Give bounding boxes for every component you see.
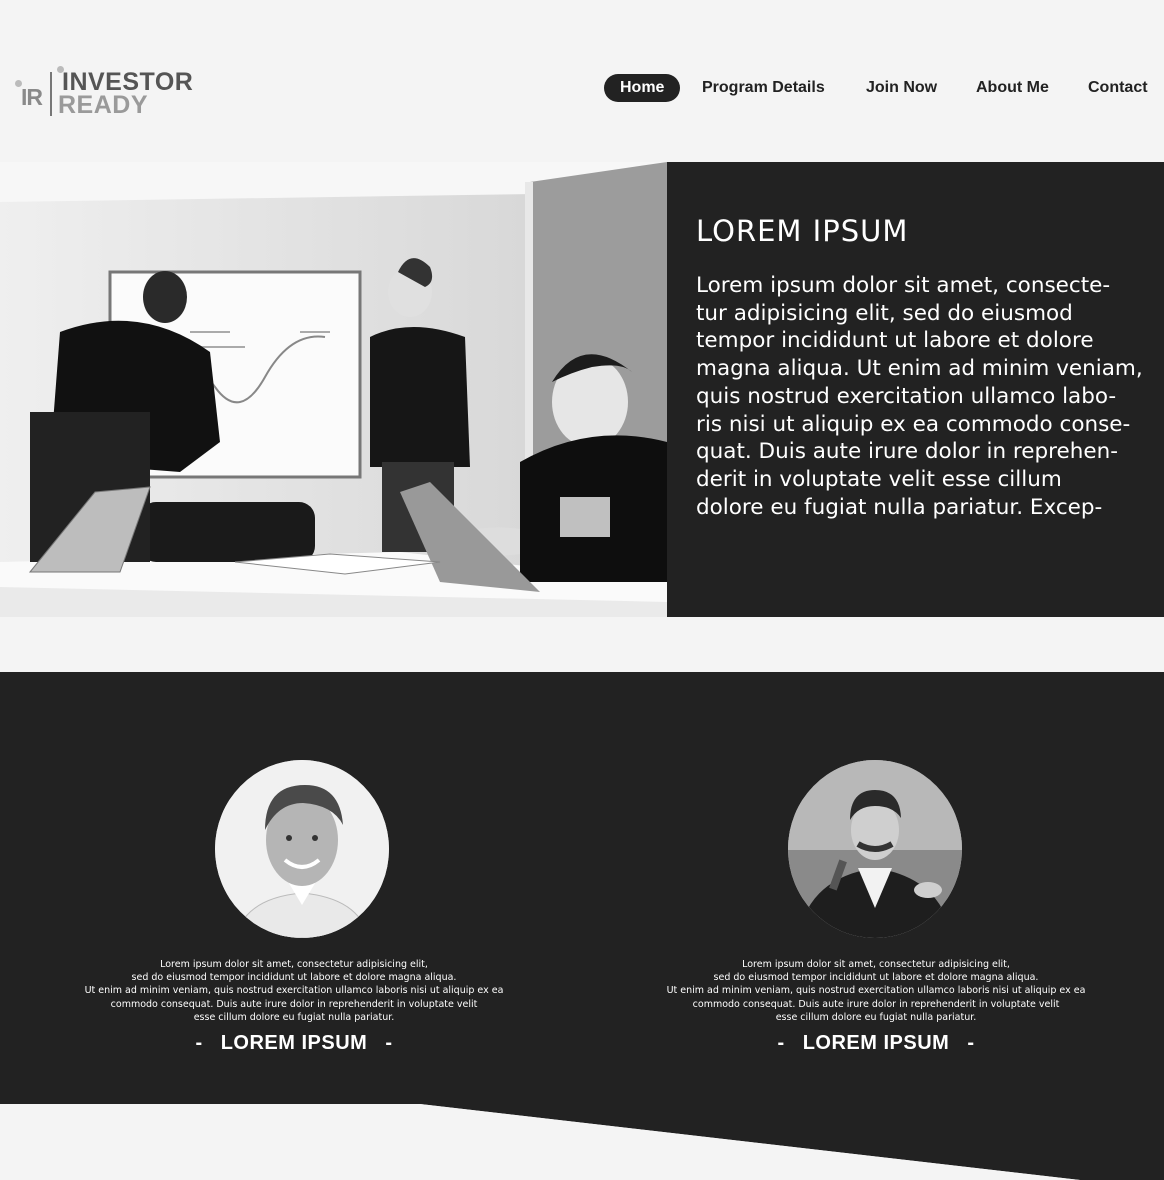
- member-bio-line: commodo consequat. Duis aute irure dolor…: [110, 998, 478, 1010]
- section-slant-divider: [0, 1104, 1164, 1180]
- hero-body-line: tempor incididunt ut labore et dolore: [696, 328, 1094, 354]
- nav-home[interactable]: Home: [604, 74, 681, 102]
- team-meeting-photo: [0, 162, 667, 617]
- member-bio-line: esse cillum dolore eu fugiat nulla paria…: [775, 1011, 977, 1023]
- hero-body-line: quat. Duis aute irure dolor in reprehen-: [696, 439, 1119, 465]
- hero-body-line: dolore eu fugiat nulla pariatur. Excep-: [696, 494, 1103, 520]
- hero-body-line: ris nisi ut aliquip ex ea commodo conse-: [696, 411, 1131, 437]
- member-bio-line: Lorem ipsum dolor sit amet, consectetur …: [742, 959, 1010, 970]
- hero-body-line: derit in voluptate velit esse cillum: [696, 466, 1062, 492]
- team-meeting-illustration: [0, 162, 667, 617]
- member-name: - LOREM IPSUM -: [24, 1032, 564, 1055]
- hero-body-line: magna aliqua. Ut enim ad minim veniam,: [696, 356, 1143, 382]
- member-bio-line: Ut enim ad minim veniam, quis nostrud ex…: [666, 985, 1086, 997]
- member-bio-line: commodo consequat. Duis aute irure dolor…: [692, 998, 1060, 1010]
- member-name-text: LOREM IPSUM: [220, 1032, 368, 1054]
- member-bio-line: sed do eiusmod tempor incididunt ut labo…: [713, 972, 1039, 984]
- main-nav: Home Program Details Join Now About Me C…: [604, 74, 1164, 102]
- member-bio: Lorem ipsum dolor sit amet, consectetur …: [606, 958, 1146, 1024]
- nav-about-me[interactable]: About Me: [976, 74, 1049, 102]
- dash: -: [385, 1032, 393, 1054]
- member-name: - LOREM IPSUM -: [606, 1032, 1146, 1055]
- team-section: Lorem ipsum dolor sit amet, consectetur …: [0, 672, 1164, 1104]
- member-bio-line: Ut enim ad minim veniam, quis nostrud ex…: [84, 985, 504, 997]
- member-bio-line: sed do eiusmod tempor incididunt ut labo…: [131, 972, 457, 984]
- hero-title: LOREM IPSUM: [696, 214, 909, 248]
- dash: -: [967, 1032, 975, 1054]
- investor-ready-logo[interactable]: IR INVESTOR READY: [13, 64, 193, 120]
- avatar: [788, 760, 962, 938]
- member-bio-line: esse cillum dolore eu fugiat nulla paria…: [193, 1011, 395, 1023]
- hero-text-block: LOREM IPSUM Lorem ipsum dolor sit amet, …: [696, 214, 1164, 521]
- dash: -: [777, 1032, 785, 1054]
- member-bio: Lorem ipsum dolor sit amet, consectetur …: [24, 958, 564, 1024]
- site-header: IR INVESTOR READY Home Program Details J…: [0, 0, 1164, 162]
- logo-line-2: READY: [58, 91, 149, 119]
- dash: -: [195, 1032, 203, 1054]
- hero-body-line: tur adipisicing elit, sed do eiusmod: [696, 300, 1073, 326]
- member-name-text: LOREM IPSUM: [802, 1032, 950, 1054]
- portrait-photo: [215, 760, 389, 938]
- hero-section: LOREM IPSUM Lorem ipsum dolor sit amet, …: [0, 162, 1164, 617]
- logo-divider: [50, 72, 52, 116]
- hero-body-line: quis nostrud exercitation ullamco labo-: [696, 383, 1117, 409]
- nav-contact[interactable]: Contact: [1088, 74, 1148, 102]
- avatar: [215, 760, 389, 938]
- hero-body: Lorem ipsum dolor sit amet, consecte- tu…: [696, 272, 1164, 521]
- nav-program-details[interactable]: Program Details: [702, 74, 825, 102]
- portrait-photo: [788, 760, 962, 938]
- logo-monogram: IR: [21, 84, 43, 110]
- hero-body-line: Lorem ipsum dolor sit amet, consecte-: [696, 273, 1111, 298]
- nav-join-now[interactable]: Join Now: [866, 74, 937, 102]
- member-bio-line: Lorem ipsum dolor sit amet, consectetur …: [160, 959, 428, 970]
